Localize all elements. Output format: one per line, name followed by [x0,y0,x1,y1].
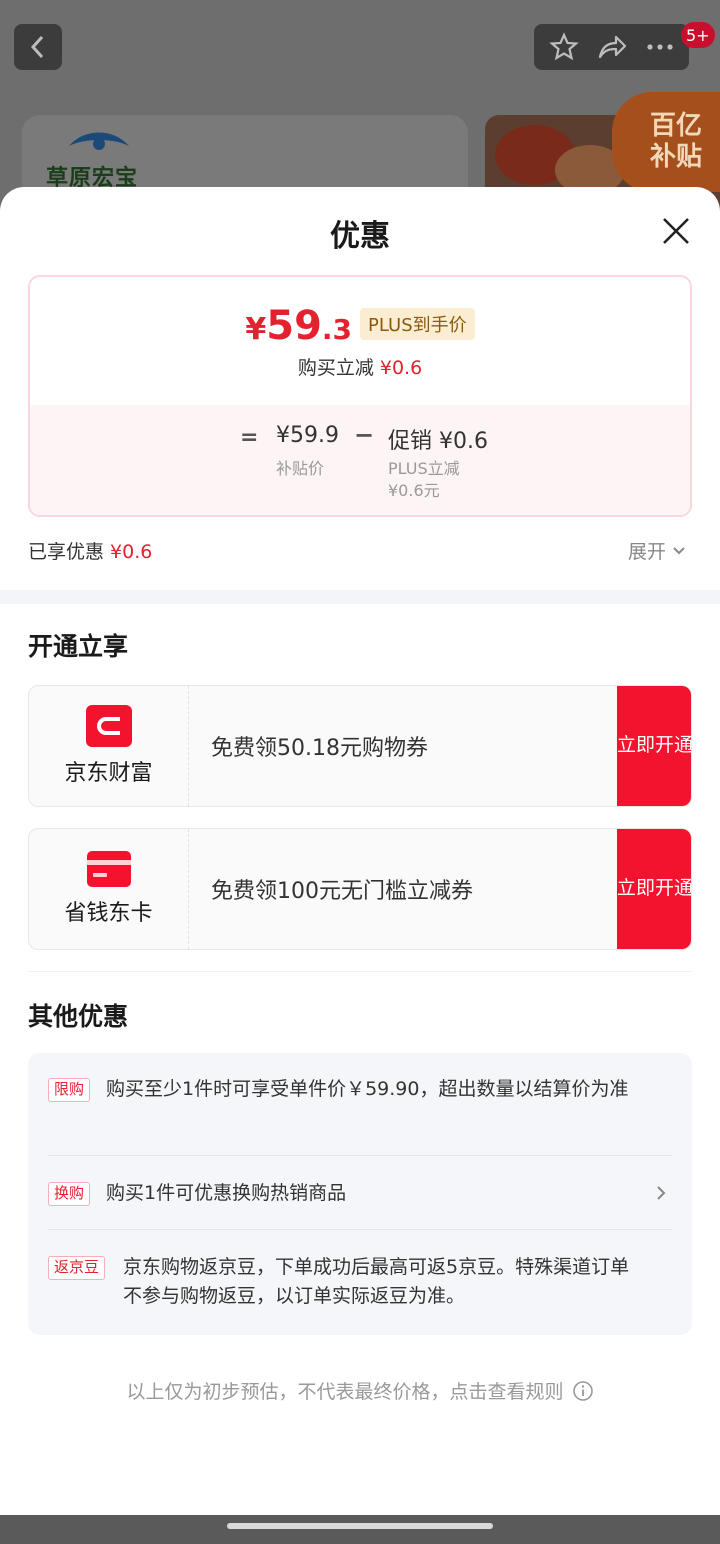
member-card-savings-card[interactable]: 省钱东卡 免费领100元无门槛立减券 立即开通 [28,828,692,950]
price-decimal: .3 [321,313,353,346]
purchase-discount: 购买立减 ¥0.6 [297,357,423,379]
back-button[interactable] [14,24,62,70]
member-name: 京东财富 [64,761,153,786]
price-currency: ¥ [245,312,267,347]
home-indicator[interactable] [227,1523,493,1529]
system-nav-bar [0,1515,720,1544]
price-summary: ¥ 59 .3 PLUS到手价 购买立减 ¥0.6 [30,277,690,405]
sheet-title: 优惠 [330,219,390,254]
jd-finance-icon [85,705,132,747]
other-section-title: 其他优惠 [28,1002,129,1031]
price-calculation: = ¥59.9 补贴价 − 促销 ¥0.6 PLUS立减 ¥0.6元 [30,405,690,515]
final-price: ¥ 59 .3 PLUS到手价 [30,303,690,349]
star-icon[interactable] [549,32,579,62]
calc-equals: = [240,425,259,450]
section-divider-thin [28,971,692,972]
message-count-badge: 5+ [681,22,715,48]
promo-text: 购买至少1件时可享受单件价￥59.90，超出数量以结算价为准 [106,1078,629,1100]
other-promotions-list: 限购 购买至少1件时可享受单件价￥59.90，超出数量以结算价为准 换购 购买1… [28,1053,692,1335]
plus-discount-value: ¥0.6元 [388,481,440,500]
section-divider [0,590,720,604]
enjoyed-discount: 已享优惠 ¥0.6 [28,541,153,563]
promo-text: 购买1件可优惠换购热销商品 [106,1182,347,1204]
activate-button[interactable]: 立即开通 [617,686,691,806]
info-icon [572,1380,593,1401]
promo-text: 京东购物返京豆，下单成功后最高可返5京豆。特殊渠道订单不参与购物返豆，以订单实际… [123,1256,630,1307]
subsidy-price: ¥59.9 [276,423,339,448]
plus-discount-label: PLUS立减 [388,459,460,478]
chevron-down-icon [673,546,685,554]
chevron-left-icon [30,35,44,59]
top-actions-group [534,24,689,70]
card-icon [86,851,131,887]
price-integer: 59 [266,303,322,349]
discount-sheet: 优惠 ¥ 59 .3 PLUS到手价 购买立减 ¥0.6 = ¥59.9 补贴价… [0,187,720,1515]
share-icon[interactable] [596,33,628,61]
promo-tag: 返京豆 [48,1256,106,1280]
promo-item-jingdou: 返京豆 京东购物返京豆，下单成功后最高可返5京豆。特殊渠道订单不参与购物返豆，以… [48,1253,672,1313]
activate-button[interactable]: 立即开通 [617,829,691,949]
subsidy-price-label: 补贴价 [276,459,325,478]
calc-minus: − [354,421,375,449]
promo-tag: 限购 [48,1078,91,1102]
member-name: 省钱东卡 [64,901,153,926]
member-desc: 免费领50.18元购物券 [211,736,428,761]
member-desc: 免费领100元无门槛立减券 [211,879,473,904]
promo-item-limit: 限购 购买至少1件时可享受单件价￥59.90，超出数量以结算价为准 [48,1075,672,1135]
subsidy-badge: 百亿 补贴 [612,92,720,192]
rules-link[interactable]: 以上仅为初步预估，不代表最终价格，点击查看规则 [0,1377,720,1404]
more-icon[interactable] [646,43,674,51]
promo-item-exchange[interactable]: 换购 购买1件可优惠换购热销商品 [48,1179,672,1209]
close-icon [663,218,689,244]
promo-tag: 换购 [48,1182,91,1206]
close-button[interactable] [656,211,696,251]
member-card-jd-finance[interactable]: 京东财富 免费领50.18元购物券 立即开通 [28,685,692,807]
chevron-right-icon [657,1186,666,1200]
price-card: ¥ 59 .3 PLUS到手价 购买立减 ¥0.6 = ¥59.9 补贴价 − … [28,275,692,517]
expand-button[interactable]: 展开 [628,537,686,564]
membership-section-title: 开通立享 [28,632,129,661]
promo-amount: 促销 ¥0.6 [388,429,488,454]
plus-price-tag: PLUS到手价 [360,308,475,340]
